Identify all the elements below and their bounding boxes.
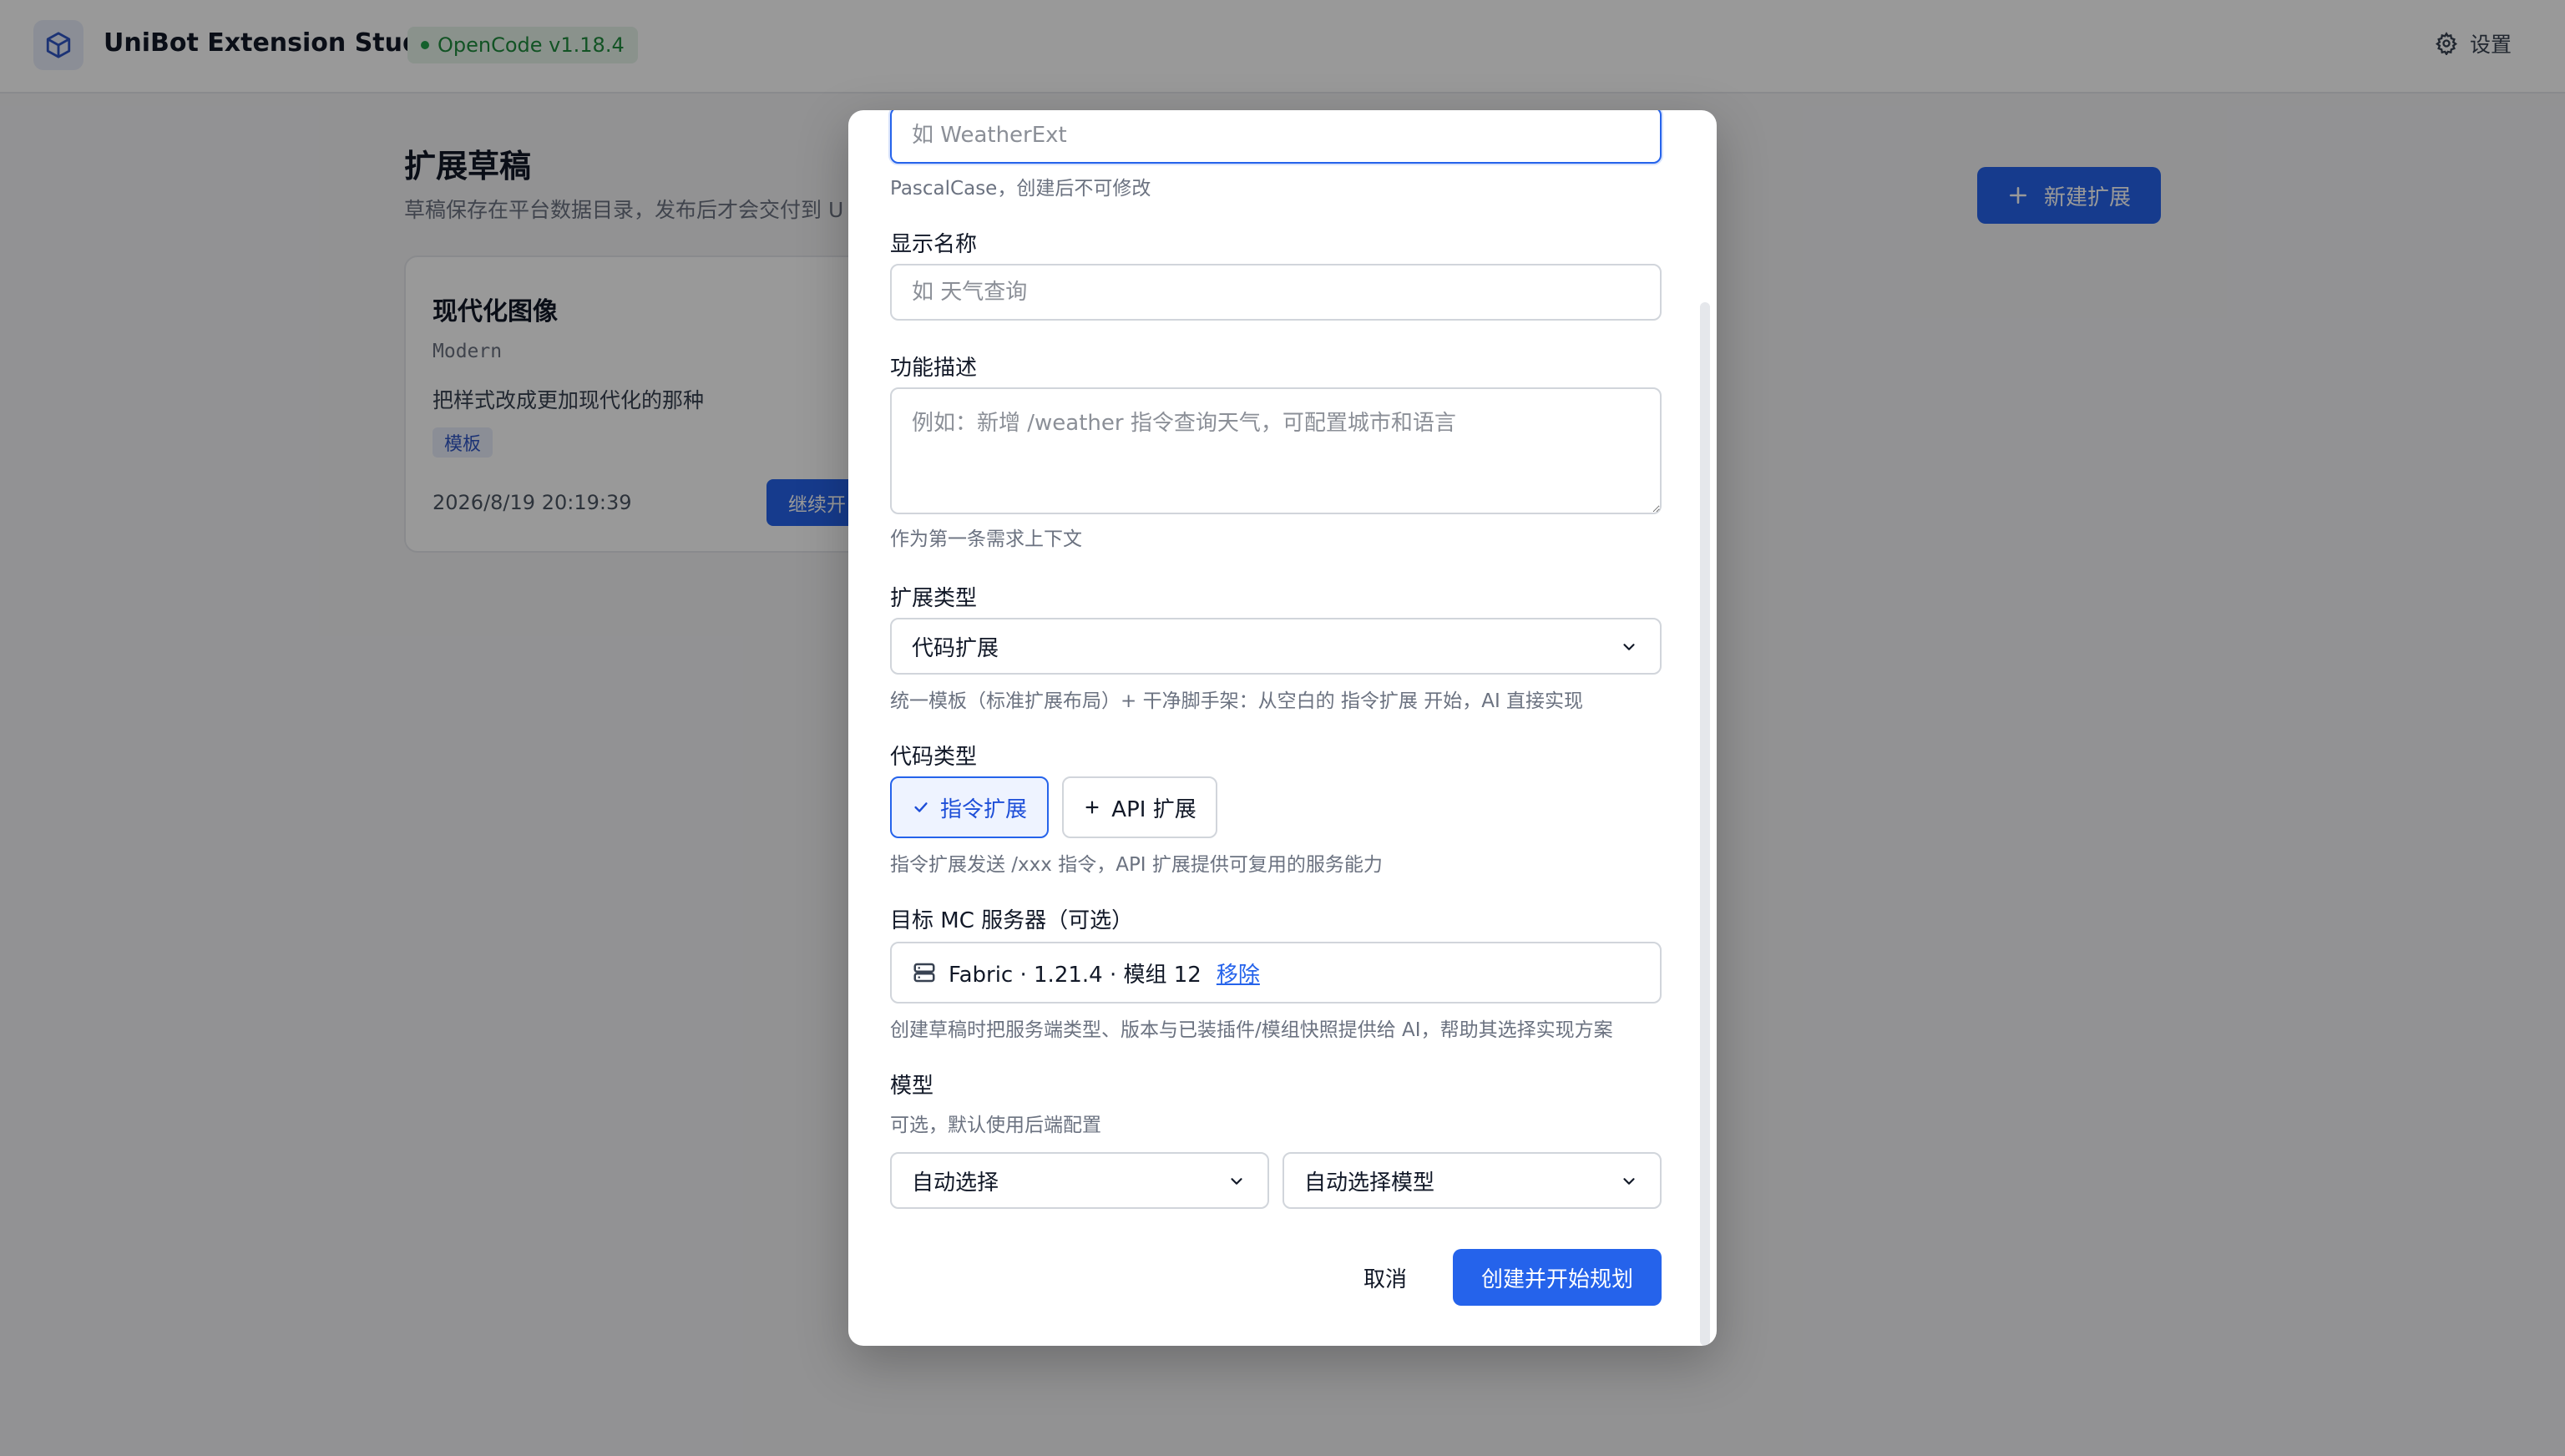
model-hint: 可选，默认使用后端配置 [890,1115,1101,1136]
cancel-button[interactable]: 取消 [1339,1249,1431,1306]
command-extension-label: 指令扩展 [939,796,1027,822]
api-extension-option[interactable]: API 扩展 [1062,776,1217,838]
code-type-label: 代码类型 [890,745,978,770]
display-name-label: 显示名称 [890,232,978,257]
model-value: 自动选择模型 [1304,1170,1435,1196]
server-icon [913,963,935,983]
model-provider-select[interactable]: 自动选择 [890,1152,1269,1209]
chevron-down-icon [1623,644,1635,650]
check-icon [914,802,928,812]
modal-scrollbar[interactable] [1700,302,1710,1346]
command-extension-option[interactable]: 指令扩展 [890,776,1049,838]
extension-name-input[interactable] [890,110,1662,164]
target-server-hint: 创建草稿时把服务端类型、版本与已装插件/模组快照提供给 AI，帮助其选择实现方案 [890,1019,1613,1041]
chevron-down-icon [1623,1178,1635,1185]
extension-name-hint: PascalCase，创建后不可修改 [890,178,1151,200]
description-hint: 作为第一条需求上下文 [890,528,1082,550]
model-label: 模型 [890,1074,934,1099]
target-server-value: Fabric · 1.21.4 · 模组 12 [949,962,1202,988]
chevron-down-icon [1231,1178,1242,1185]
extension-type-hint: 统一模板（标准扩展布局）+ 干净脚手架：从空白的 指令扩展 开始，AI 直接实现 [890,690,1584,712]
model-select[interactable]: 自动选择模型 [1282,1152,1662,1209]
extension-type-label: 扩展类型 [890,586,978,611]
create-and-plan-button[interactable]: 创建并开始规划 [1453,1249,1662,1306]
description-label: 功能描述 [890,356,978,381]
remove-server-link[interactable]: 移除 [1217,958,1260,988]
model-provider-value: 自动选择 [912,1170,999,1196]
description-textarea[interactable] [890,387,1662,514]
target-server-field: Fabric · 1.21.4 · 模组 12 移除 [890,942,1662,1004]
plus-icon [1085,801,1099,814]
extension-type-select[interactable]: 代码扩展 [890,618,1662,675]
create-extension-dialog: PascalCase，创建后不可修改 显示名称 功能描述 作为第一条需求上下文 … [848,110,1717,1346]
code-type-hint: 指令扩展发送 /xxx 指令，API 扩展提供可复用的服务能力 [890,854,1383,876]
api-extension-label: API 扩展 [1111,796,1196,822]
display-name-input[interactable] [890,264,1662,321]
extension-type-value: 代码扩展 [912,635,999,661]
target-server-label: 目标 MC 服务器（可选） [890,908,1134,933]
